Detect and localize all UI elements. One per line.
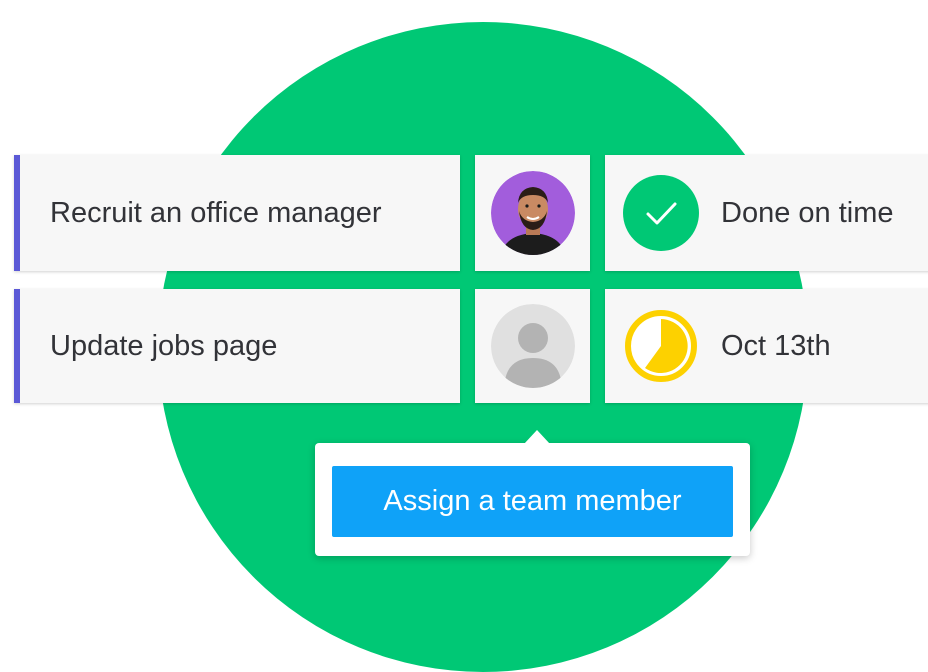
user-avatar[interactable] — [490, 171, 575, 255]
checkmark-icon — [623, 175, 699, 251]
pie-progress-icon — [625, 310, 697, 382]
person-cell[interactable] — [475, 289, 590, 403]
status-cell[interactable]: Oct 13th — [605, 289, 928, 403]
task-name-cell[interactable]: Update jobs page — [14, 289, 460, 403]
status-text: Oct 13th — [721, 329, 831, 362]
task-title: Recruit an office manager — [50, 196, 382, 229]
task-title: Update jobs page — [50, 329, 278, 362]
assign-team-member-button[interactable]: Assign a team member — [332, 466, 733, 537]
status-cell[interactable]: Done on time — [605, 155, 928, 271]
assign-popover: Assign a team member — [315, 430, 750, 556]
popover-arrow — [524, 430, 550, 444]
empty-user-icon[interactable] — [490, 304, 575, 388]
person-cell[interactable] — [475, 155, 590, 271]
task-name-cell[interactable]: Recruit an office manager — [14, 155, 460, 271]
status-text: Done on time — [721, 196, 894, 229]
